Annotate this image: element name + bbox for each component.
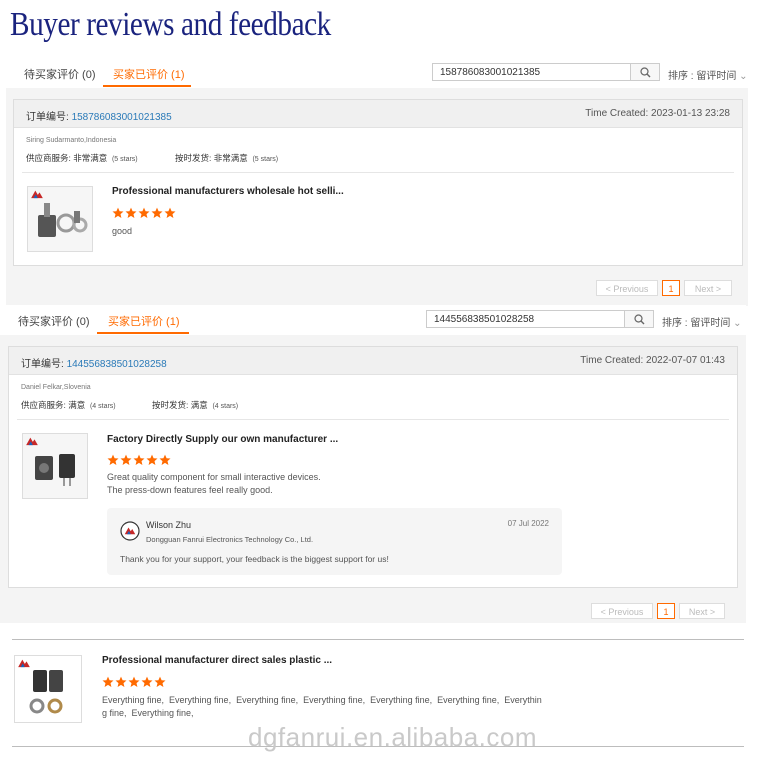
star-icon: [138, 207, 150, 219]
order-search-input[interactable]: 158786083001021385: [432, 63, 632, 81]
product-title-link[interactable]: Professional manufacturers wholesale hot…: [112, 186, 344, 197]
supplier-service-label: 供应商服务: 满意: [21, 400, 86, 410]
divider: [17, 419, 729, 420]
tab-bar: 待买家评价 (0) 买家已评价 (1) 144556838501028258 排…: [0, 305, 746, 335]
order-number-row: 订单编号: 158786083001021385: [26, 108, 172, 123]
tab-reviewed[interactable]: 买家已评价 (1): [113, 66, 185, 82]
supplier-reply: Wilson Zhu Dongguan Fanrui Electronics T…: [107, 508, 562, 575]
product-thumbnail[interactable]: [14, 655, 82, 723]
active-tab-indicator: [103, 85, 191, 87]
star-rating: [102, 676, 166, 688]
divider-top: [12, 639, 744, 640]
search-icon: [633, 313, 644, 324]
ontime-delivery-stars: (4 stars): [212, 403, 239, 410]
product-title-link[interactable]: Factory Directly Supply our own manufact…: [107, 434, 338, 445]
search-button[interactable]: [624, 310, 654, 328]
order-label: 订单编号:: [26, 112, 69, 123]
search-icon: [639, 66, 650, 77]
order-review-card: 订单编号: 144556838501028258 Time Created: 2…: [8, 346, 738, 588]
star-icon: [154, 676, 166, 688]
star-icon: [125, 207, 137, 219]
order-search-input[interactable]: 144556838501028258: [426, 310, 626, 328]
ontime-delivery-label: 按时发货: 非常满意: [175, 153, 248, 163]
ontime-delivery-rating: 按时发货: 满意 (4 stars): [152, 399, 238, 411]
ontime-delivery-label: 按时发货: 满意: [152, 400, 208, 410]
star-icon: [128, 676, 140, 688]
product-thumbnail[interactable]: [27, 186, 93, 252]
pagination: < Previous 1 Next >: [596, 280, 732, 296]
star-icon: [151, 207, 163, 219]
supplier-service-rating: 供应商服务: 满意 (4 stars): [21, 399, 116, 411]
star-icon: [107, 454, 119, 466]
star-icon: [146, 454, 158, 466]
reply-company: Dongguan Fanrui Electronics Technology C…: [146, 535, 314, 544]
active-tab-indicator: [97, 332, 189, 334]
sort-dropdown[interactable]: 排序 : 留评时间 ⌄: [668, 67, 748, 82]
supplier-service-stars: (4 stars): [89, 403, 116, 410]
star-rating: [112, 207, 176, 219]
sort-label: 排序 : 留评时间: [662, 318, 731, 329]
order-number-row: 订单编号: 144556838501028258: [21, 355, 167, 370]
supplier-service-stars: (5 stars): [111, 156, 138, 163]
sort-label: 排序 : 留评时间: [668, 71, 737, 82]
supplier-service-rating: 供应商服务: 非常满意 (5 stars): [26, 152, 138, 164]
review-text: good: [112, 226, 133, 236]
next-page-button[interactable]: Next >: [679, 603, 725, 619]
star-icon: [120, 454, 132, 466]
buyer-name-country: Daniel Felkar,Slovenia: [21, 384, 91, 391]
product-thumbnail[interactable]: [22, 433, 88, 499]
watermark: dgfanrui.en.alibaba.com: [248, 722, 538, 752]
page-1-button[interactable]: 1: [662, 280, 680, 296]
product-title-link[interactable]: Professional manufacturer direct sales p…: [102, 655, 332, 666]
next-page-button[interactable]: Next >: [684, 280, 732, 296]
ontime-delivery-stars: (5 stars): [252, 156, 279, 163]
time-created: Time Created: 2023-01-13 23:28: [585, 108, 730, 119]
order-header: 订单编号: 144556838501028258 Time Created: 2…: [9, 347, 737, 375]
page-title: Buyer reviews and feedback: [10, 6, 331, 43]
product-image: [26, 437, 75, 486]
product-image: [31, 190, 88, 237]
star-icon: [133, 454, 145, 466]
review-panel-2: 待买家评价 (0) 买家已评价 (1) 144556838501028258 排…: [0, 305, 746, 623]
page-1-button[interactable]: 1: [657, 603, 675, 619]
tab-pending-review[interactable]: 待买家评价 (0): [24, 66, 96, 82]
order-number-link[interactable]: 158786083001021385: [72, 112, 172, 123]
reply-author: Wilson Zhu: [146, 520, 192, 530]
tab-bar: 待买家评价 (0) 买家已评价 (1) 158786083001021385 排…: [6, 58, 748, 88]
product-image: [18, 659, 63, 714]
star-icon: [115, 676, 127, 688]
order-label: 订单编号:: [21, 359, 64, 370]
sort-dropdown[interactable]: 排序 : 留评时间 ⌄: [662, 314, 742, 329]
reply-date: 07 Jul 2022: [507, 519, 549, 528]
buyer-name-country: Siring Sudarmanto,Indonesia: [26, 137, 117, 144]
review-panel-1: 待买家评价 (0) 买家已评价 (1) 158786083001021385 排…: [6, 58, 748, 306]
star-icon: [102, 676, 114, 688]
supplier-service-label: 供应商服务: 非常满意: [26, 153, 108, 163]
tab-reviewed[interactable]: 买家已评价 (1): [108, 313, 180, 329]
previous-page-button[interactable]: < Previous: [591, 603, 653, 619]
star-icon: [112, 207, 124, 219]
tab-pending-review[interactable]: 待买家评价 (0): [18, 313, 90, 329]
company-logo-icon: [120, 521, 140, 541]
order-review-card: 订单编号: 158786083001021385 Time Created: 2…: [13, 99, 743, 266]
review-text-line1: Great quality component for small intera…: [107, 472, 321, 482]
reply-text: Thank you for your support, your feedbac…: [120, 554, 389, 564]
star-rating: [107, 454, 171, 466]
review-text-line1: Everything fine, Everything fine, Everyt…: [102, 695, 542, 705]
previous-page-button[interactable]: < Previous: [596, 280, 658, 296]
time-created: Time Created: 2022-07-07 01:43: [580, 355, 725, 366]
order-header: 订单编号: 158786083001021385 Time Created: 2…: [14, 100, 742, 128]
order-number-link[interactable]: 144556838501028258: [67, 359, 167, 370]
pagination: < Previous 1 Next >: [591, 603, 725, 619]
star-icon: [159, 454, 171, 466]
review-text-line2: g fine, Everything fine,: [102, 708, 194, 718]
search-button[interactable]: [630, 63, 660, 81]
star-icon: [164, 207, 176, 219]
divider: [22, 172, 734, 173]
chevron-down-icon: ⌄: [739, 71, 748, 82]
star-icon: [141, 676, 153, 688]
ontime-delivery-rating: 按时发货: 非常满意 (5 stars): [175, 152, 278, 164]
review-text-line2: The press-down features feel really good…: [107, 485, 273, 495]
chevron-down-icon: ⌄: [733, 318, 742, 329]
